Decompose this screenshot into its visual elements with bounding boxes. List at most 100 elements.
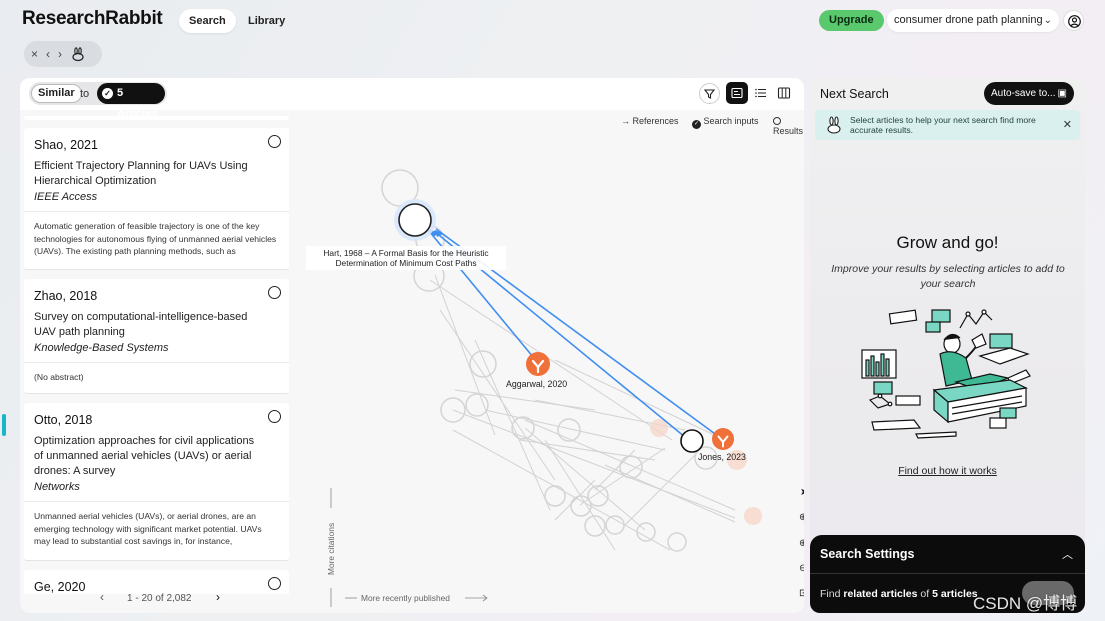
user-icon (1068, 15, 1081, 28)
check-icon: ✓ (102, 88, 113, 99)
jones-node[interactable] (712, 428, 734, 450)
article-author-year: Shao, 2021 (34, 138, 98, 152)
aggarwal-node[interactable] (526, 352, 550, 376)
article-summary: Zhao, 2018 Survey on computational-intel… (24, 279, 289, 363)
aggarwal-label: Aggarwal, 2020 (506, 379, 568, 389)
select-article-radio[interactable] (268, 286, 281, 299)
check-circle-icon: ✓ (692, 120, 701, 129)
watermark-text: CSDN @博博 (973, 594, 1078, 613)
hart-node[interactable] (398, 203, 432, 237)
graph-axes (330, 488, 488, 607)
view-tabs (726, 82, 796, 105)
articles-button[interactable]: ✓ 5 Articles (97, 83, 165, 120)
y-axis-label: More citations (326, 522, 336, 575)
page-range: 1 - 20 of 2,082 (127, 593, 192, 604)
jones-label: Jones, 2023 (698, 452, 746, 462)
article-card[interactable]: Zhao, 2018 Survey on computational-intel… (24, 279, 289, 394)
forward-icon[interactable]: › (58, 47, 62, 61)
autosave-button[interactable]: Auto-save to... ▣ (984, 82, 1074, 105)
project-name: consumer drone path planning (894, 14, 1043, 26)
divider (810, 573, 1085, 574)
result-node[interactable] (544, 485, 566, 507)
network-view-tab[interactable] (726, 82, 748, 104)
article-summary: Otto, 2018 Optimization approaches for c… (24, 403, 289, 502)
save-icon: ▣ (1057, 88, 1067, 99)
find-out-link[interactable]: Find out how it works (810, 465, 1085, 477)
nav-search-tab[interactable]: Search (179, 9, 236, 33)
legend-search-inputs[interactable]: ✓ Search inputs (692, 116, 759, 129)
layout-icon[interactable]: ⊡ (799, 588, 804, 599)
recenter-icon[interactable]: ⊕ (799, 512, 804, 523)
article-abstract: Automatic generation of feasible traject… (34, 221, 277, 256)
prev-page-button[interactable]: ‹ (100, 590, 104, 604)
zoom-in-icon[interactable]: ⊕ (799, 538, 804, 549)
legend-results-label: Results (773, 126, 804, 136)
columns-view-icon (777, 87, 791, 99)
graph-canvas[interactable] (295, 110, 804, 613)
pagination: ‹ 1 - 20 of 2,082 › (20, 585, 285, 613)
network-view-icon (731, 87, 743, 99)
result-node[interactable] (511, 416, 535, 440)
list-view-tab[interactable] (750, 82, 772, 104)
list-view-icon (755, 88, 766, 98)
select-article-radio[interactable] (268, 410, 281, 423)
legend-results[interactable]: Results (773, 116, 804, 136)
filter-icon (703, 89, 716, 99)
zoom-out-icon[interactable]: ⊖ (799, 563, 804, 574)
grow-title: Grow and go! (896, 233, 999, 252)
chevron-up-icon[interactable]: ︿ (1062, 546, 1073, 562)
grow-subtitle: Improve your results by selecting articl… (831, 263, 1065, 290)
autosave-label: Auto-save to... (991, 88, 1056, 99)
previous-card-edge (24, 116, 289, 120)
next-page-button[interactable]: › (216, 590, 220, 604)
settings-article-count[interactable]: 5 articles (932, 588, 978, 600)
result-node[interactable] (667, 532, 687, 552)
article-title[interactable]: Survey on computational-intelligence-bas… (34, 310, 254, 340)
close-icon[interactable]: × (31, 47, 38, 61)
result-node[interactable] (636, 522, 656, 542)
legend-search-inputs-label: Search inputs (703, 116, 759, 126)
next-search-title: Next Search (820, 87, 889, 101)
close-icon[interactable]: ✕ (1063, 118, 1072, 131)
article-author-year: Otto, 2018 (34, 413, 93, 427)
project-select[interactable]: consumer drone path planning ⌄ (887, 9, 1059, 32)
chevron-down-icon: ⌄ (1043, 15, 1052, 26)
upgrade-button[interactable]: Upgrade (819, 10, 884, 31)
article-card[interactable]: Shao, 2021 Efficient Trajectory Planning… (24, 128, 289, 270)
brand-logo[interactable]: ResearchRabbit (22, 8, 163, 30)
nav-library-tab[interactable]: Library (238, 9, 295, 33)
result-node[interactable] (605, 515, 625, 535)
article-journal: Knowledge-Based Systems (34, 342, 169, 354)
circle-icon (773, 117, 781, 125)
similar-button[interactable]: Similar (31, 84, 82, 103)
result-node[interactable] (619, 455, 643, 479)
hart-label: Hart, 1968 – A Formal Basis for the Heur… (306, 246, 506, 270)
collapse-handle[interactable] (2, 414, 6, 436)
search-settings-title: Search Settings (820, 547, 915, 561)
selected-node[interactable] (680, 429, 704, 453)
history-bar: × ‹ › (24, 41, 102, 67)
article-card[interactable]: Otto, 2018 Optimization approaches for c… (24, 403, 289, 561)
timeline-view-tab[interactable] (773, 82, 795, 104)
article-title[interactable]: Optimization approaches for civil applic… (34, 434, 259, 479)
reading-illustration (861, 309, 1031, 439)
article-title[interactable]: Efficient Trajectory Planning for UAVs U… (34, 159, 279, 189)
result-node[interactable] (465, 393, 489, 417)
article-journal: Networks (34, 481, 80, 493)
select-article-radio[interactable] (268, 135, 281, 148)
back-icon[interactable]: ‹ (46, 47, 50, 61)
rabbit-icon[interactable] (70, 46, 86, 62)
tip-text: Select articles to help your next search… (850, 115, 1036, 135)
settings-find-prefix: Find (820, 588, 841, 600)
article-abstract: (No abstract) (34, 372, 84, 382)
filter-button[interactable] (699, 83, 720, 104)
legend-references-label: References (632, 116, 679, 126)
pointer-tool-icon[interactable]: ➤ (800, 487, 804, 498)
arrow-right-icon: → (621, 116, 633, 126)
next-search-panel: Next Search Auto-save to... ▣ Select art… (810, 78, 1085, 613)
legend-references[interactable]: → References (621, 116, 679, 126)
settings-related-articles[interactable]: related articles (843, 588, 917, 600)
rabbit-icon (827, 116, 841, 134)
citation-graph[interactable]: → References ✓ Search inputs Results Har… (295, 110, 804, 613)
account-button[interactable] (1063, 10, 1084, 31)
